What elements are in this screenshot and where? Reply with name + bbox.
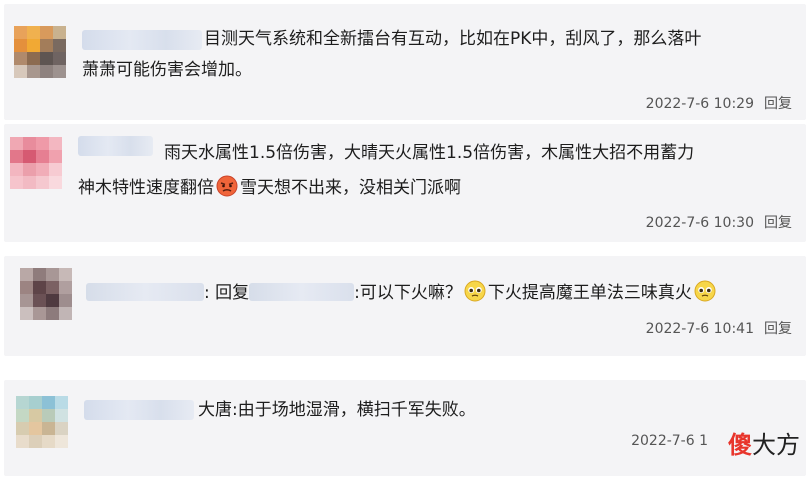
watermark-logo: 傻大方: [728, 425, 800, 460]
username[interactable]: [86, 283, 204, 301]
comment-text-part: 下火提高魔王单法三味真火: [487, 283, 692, 303]
pleading-face-icon: [464, 280, 486, 302]
comment-text-part: :可以下火嘛？: [354, 283, 462, 303]
comment-text-part: 雪天想不出来，没相关门派啊: [240, 178, 461, 198]
username[interactable]: [84, 400, 194, 420]
comment-card: 雨天水属性1.5倍伤害，大晴天火属性1.5倍伤害，木属性大招不用蓄力 神木特性速…: [4, 124, 806, 242]
comment-card: 大唐:由于场地湿滑，横扫千军失败。 2022-7-6 1: [4, 380, 806, 476]
timestamp: 2022-7-6 1: [631, 433, 708, 449]
angry-face-icon: [216, 175, 238, 197]
colon: :: [204, 283, 210, 303]
comment-text: 大唐:由于场地湿滑，横扫千军失败。: [198, 400, 476, 420]
reply-prefix: 回复: [215, 283, 250, 303]
comment-text: 目测天气系统和全新擂台有互动，比如在PK中，刮风了，那么落叶: [204, 29, 702, 49]
watermark-part: 傻: [728, 430, 752, 459]
username[interactable]: [82, 30, 202, 50]
comment-meta: 2022-7-6 10:29 回复: [636, 93, 792, 113]
pleading-face-icon: [694, 280, 716, 302]
username[interactable]: [78, 136, 153, 156]
reply-button[interactable]: 回复: [764, 215, 792, 231]
comment-meta: 2022-7-6 1: [621, 433, 708, 449]
reply-button[interactable]: 回复: [764, 321, 792, 337]
comment-text: 雨天水属性1.5倍伤害，大晴天火属性1.5倍伤害，木属性大招不用蓄力: [164, 143, 695, 163]
comment-card: 目测天气系统和全新擂台有互动，比如在PK中，刮风了，那么落叶 萧萧可能伤害会增加…: [4, 4, 806, 120]
comment-meta: 2022-7-6 10:41 回复: [636, 318, 792, 338]
comment-text: 萧萧可能伤害会增加。: [82, 60, 252, 80]
comment-text: 神木特性速度翻倍 雪天想不出来，没相关门派啊: [78, 173, 461, 204]
comment-meta: 2022-7-6 10:30 回复: [636, 212, 792, 232]
avatar[interactable]: [20, 268, 72, 320]
comment-text: : 回复 :可以下火嘛？ 下火提高魔王单法三味真火: [86, 278, 718, 309]
avatar[interactable]: [14, 26, 66, 78]
timestamp: 2022-7-6 10:41: [645, 321, 754, 337]
comment-text-part: 神木特性速度翻倍: [78, 178, 214, 198]
avatar[interactable]: [10, 137, 62, 189]
timestamp: 2022-7-6 10:29: [645, 96, 754, 112]
reply-button[interactable]: 回复: [764, 96, 792, 112]
reply-target-username[interactable]: [249, 283, 355, 301]
comment-card: : 回复 :可以下火嘛？ 下火提高魔王单法三味真火 2022-7-6 10:41 回复: [4, 256, 806, 356]
timestamp: 2022-7-6 10:30: [645, 215, 754, 231]
avatar[interactable]: [16, 396, 68, 448]
watermark-part: 大方: [752, 431, 800, 459]
